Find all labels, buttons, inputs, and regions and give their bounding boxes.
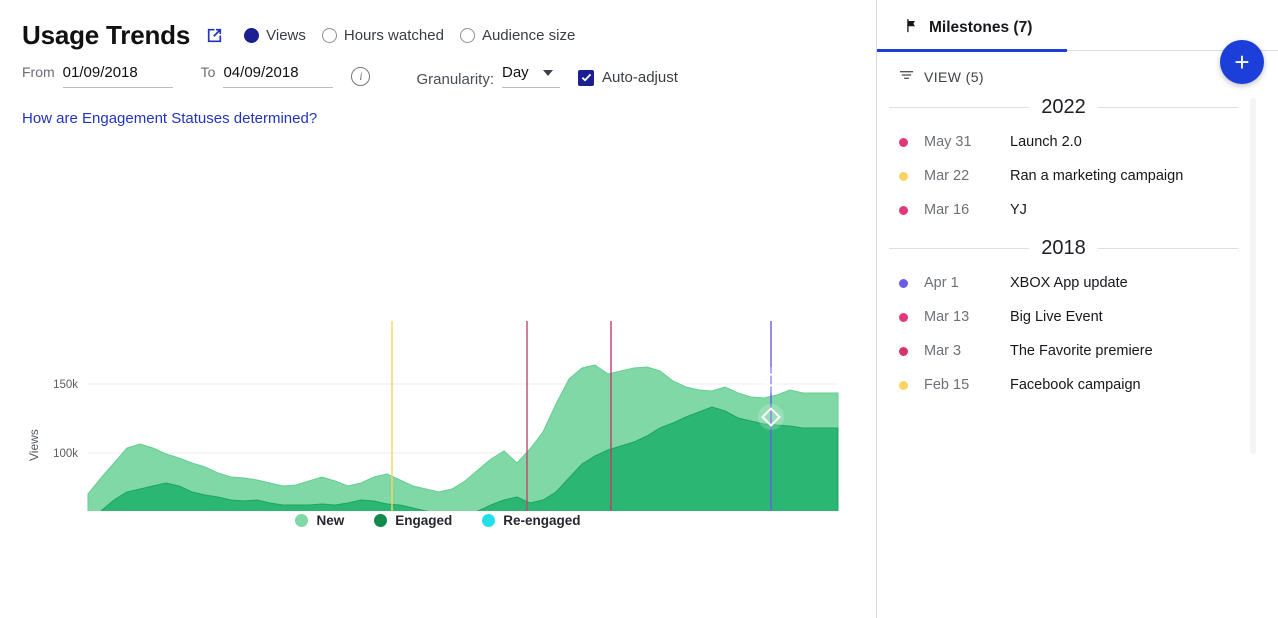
- engagement-statuses-help-link[interactable]: How are Engagement Statuses determined?: [22, 110, 876, 127]
- milestone-name: XBOX App update: [1010, 275, 1128, 291]
- milestone-row[interactable]: Mar 3 The Favorite premiere: [889, 334, 1238, 368]
- y-tick-150k: 150k: [53, 379, 78, 391]
- page-title: Usage Trends: [22, 22, 190, 48]
- external-link-icon[interactable]: [204, 25, 224, 45]
- to-date-input[interactable]: 04/09/2018: [223, 64, 333, 88]
- metric-radio-views-label: Views: [266, 27, 306, 44]
- header-row: Usage Trends Views Hours watched: [0, 0, 876, 48]
- metric-radio-group[interactable]: Views Hours watched Audience size: [244, 27, 575, 44]
- from-date-group: From 01/09/2018: [22, 64, 173, 88]
- legend-label-engaged: Engaged: [395, 513, 452, 528]
- milestone-date: May 31: [924, 134, 1010, 150]
- milestones-tabbar: Milestones (7): [877, 0, 1278, 52]
- milestone-date: Mar 13: [924, 309, 1010, 325]
- tab-milestones[interactable]: Milestones (7): [877, 0, 1072, 38]
- legend-item-engaged[interactable]: Engaged: [374, 513, 452, 528]
- milestone-name: YJ: [1010, 202, 1027, 218]
- radio-filled-icon: [244, 28, 259, 43]
- milestones-list[interactable]: 2022 May 31 Launch 2.0 Mar 22 Ran a mark…: [877, 86, 1278, 456]
- milestone-date: Mar 3: [924, 343, 1010, 359]
- legend-label-new: New: [316, 513, 344, 528]
- auto-adjust-label: Auto-adjust: [602, 69, 678, 86]
- add-milestone-label: +: [1234, 49, 1249, 75]
- filter-icon: [899, 68, 914, 86]
- milestone-dot: [899, 279, 908, 288]
- milestones-pane: + Milestones (7) V: [876, 0, 1278, 618]
- milestone-date: Mar 22: [924, 168, 1010, 184]
- tab-active-indicator: [877, 49, 1067, 52]
- divider-line: [889, 248, 1029, 249]
- from-label: From: [22, 64, 55, 80]
- milestone-name: Ran a marketing campaign: [1010, 168, 1183, 184]
- chart-pane: Usage Trends Views Hours watched: [0, 0, 876, 618]
- to-label: To: [201, 64, 216, 80]
- milestone-date: Feb 15: [924, 377, 1010, 393]
- milestone-row[interactable]: Apr 1 XBOX App update: [889, 266, 1238, 300]
- milestone-name: The Favorite premiere: [1010, 343, 1153, 359]
- legend-dot-re-engaged: [482, 514, 495, 527]
- checkbox-checked-icon: [578, 70, 594, 86]
- legend-dot-engaged: [374, 514, 387, 527]
- metric-radio-views[interactable]: Views: [244, 27, 306, 44]
- divider-line: [889, 107, 1029, 108]
- granularity-value: Day: [502, 64, 529, 81]
- tab-milestones-label: Milestones (7): [929, 19, 1032, 37]
- radio-empty-icon: [322, 28, 337, 43]
- from-date-input[interactable]: 01/09/2018: [63, 64, 173, 88]
- chart-block: Views 150k 100k 50k 0: [0, 141, 876, 528]
- usage-trends-page: Usage Trends Views Hours watched: [0, 0, 1278, 618]
- chart-legend: New Engaged Re-engaged: [0, 513, 876, 528]
- to-date-group: To 04/09/2018: [201, 64, 334, 88]
- milestone-dot: [899, 138, 908, 147]
- year-divider-2022: 2022: [889, 96, 1238, 119]
- granularity-label: Granularity:: [416, 71, 494, 88]
- chart-canvas[interactable]: Views 150k 100k 50k 0: [0, 141, 876, 511]
- milestone-row[interactable]: May 31 Launch 2.0: [889, 125, 1238, 159]
- y-tick-100k: 100k: [53, 448, 78, 460]
- divider-line: [1098, 107, 1238, 108]
- milestone-dot: [899, 313, 908, 322]
- divider-line: [1098, 248, 1238, 249]
- milestone-name: Facebook campaign: [1010, 377, 1141, 393]
- legend-dot-new: [295, 514, 308, 527]
- metric-radio-hours-watched[interactable]: Hours watched: [322, 27, 444, 44]
- metric-radio-audience-size-label: Audience size: [482, 27, 575, 44]
- milestones-scrollbar[interactable]: [1250, 98, 1256, 454]
- metric-radio-hours-watched-label: Hours watched: [344, 27, 444, 44]
- milestone-row[interactable]: Mar 16 YJ: [889, 193, 1238, 227]
- controls-row: From 01/09/2018 To 04/09/2018 i Granular…: [0, 48, 876, 88]
- milestone-dot: [899, 381, 908, 390]
- legend-item-new[interactable]: New: [295, 513, 344, 528]
- year-label-2018: 2018: [1041, 237, 1086, 260]
- milestone-dot: [899, 347, 908, 356]
- year-divider-2018: 2018: [889, 237, 1238, 260]
- legend-item-re-engaged[interactable]: Re-engaged: [482, 513, 580, 528]
- area-chart-svg[interactable]: Views 150k 100k 50k 0: [0, 141, 876, 511]
- milestone-row[interactable]: Mar 13 Big Live Event: [889, 300, 1238, 334]
- milestones-view-label: VIEW (5): [924, 69, 984, 85]
- auto-adjust-checkbox[interactable]: Auto-adjust: [578, 69, 678, 88]
- milestone-row[interactable]: Mar 22 Ran a marketing campaign: [889, 159, 1238, 193]
- y-axis-ticks: 150k 100k 50k 0: [53, 379, 78, 511]
- marker-halo: [758, 367, 784, 393]
- y-axis-label: Views: [27, 429, 41, 461]
- milestone-dot: [899, 206, 908, 215]
- radio-empty-icon: [460, 28, 475, 43]
- legend-label-re-engaged: Re-engaged: [503, 513, 580, 528]
- flag-icon: [905, 18, 920, 38]
- milestone-row[interactable]: Feb 15 Facebook campaign: [889, 368, 1238, 402]
- milestone-name: Big Live Event: [1010, 309, 1103, 325]
- milestone-name: Launch 2.0: [1010, 134, 1082, 150]
- year-label-2022: 2022: [1041, 96, 1086, 119]
- milestone-date: Mar 16: [924, 202, 1010, 218]
- milestones-view-filter[interactable]: VIEW (5): [877, 52, 1278, 86]
- chevron-down-icon: [543, 70, 553, 76]
- metric-radio-audience-size[interactable]: Audience size: [460, 27, 575, 44]
- milestone-date: Apr 1: [924, 275, 1010, 291]
- granularity-group: Granularity: Day: [416, 64, 560, 88]
- info-icon[interactable]: i: [351, 67, 370, 86]
- add-milestone-button[interactable]: +: [1220, 40, 1264, 84]
- granularity-select[interactable]: Day: [502, 64, 560, 88]
- milestone-dot: [899, 172, 908, 181]
